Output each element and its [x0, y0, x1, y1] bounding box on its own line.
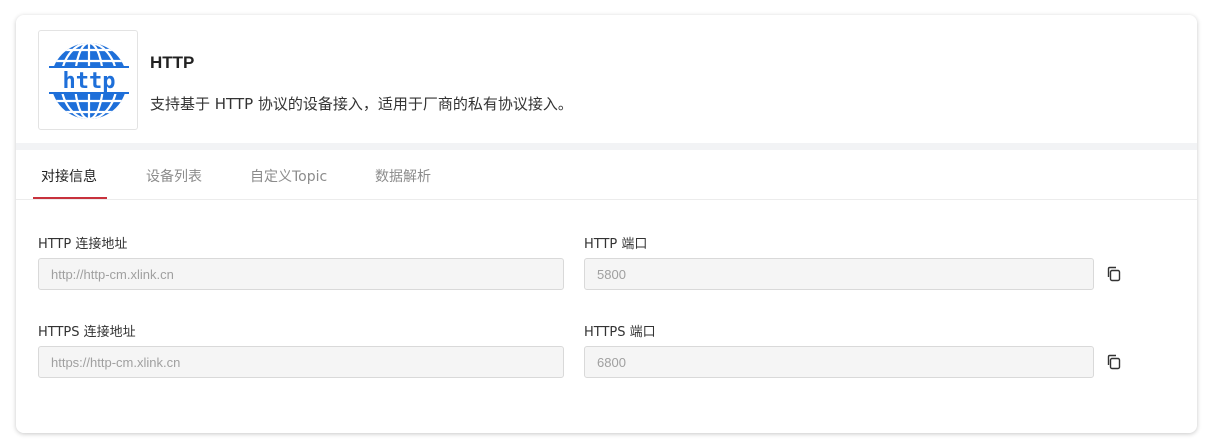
https-address-input[interactable]: [38, 346, 564, 378]
http-address-input[interactable]: [38, 258, 564, 290]
copy-http-button[interactable]: [1105, 265, 1123, 283]
tab-device-list[interactable]: 设备列表: [146, 166, 202, 186]
http-port-label: HTTP 端口: [584, 237, 648, 252]
protocol-header: http HTTP 支持基于 HTTP 协议的设备接入，适用于厂商的私有协议接入…: [16, 15, 1197, 143]
http-port-input[interactable]: [584, 258, 1094, 290]
copy-icon: [1107, 354, 1121, 370]
globe-icon: http: [47, 43, 131, 119]
tab-custom-topic[interactable]: 自定义Topic: [250, 166, 327, 186]
protocol-logo: http: [38, 30, 138, 130]
tab-data-parsing[interactable]: 数据解析: [375, 166, 431, 186]
main-content: 对接信息 设备列表 自定义Topic 数据解析 HTTP 连接地址 HTTP 端…: [16, 150, 1197, 433]
protocol-detail-panel: http HTTP 支持基于 HTTP 协议的设备接入，适用于厂商的私有协议接入…: [16, 15, 1197, 433]
tab-connection-info[interactable]: 对接信息: [41, 166, 97, 186]
protocol-description: 支持基于 HTTP 协议的设备接入，适用于厂商的私有协议接入。: [150, 95, 573, 113]
tab-bar: 对接信息 设备列表 自定义Topic 数据解析: [16, 150, 1197, 200]
http-address-label: HTTP 连接地址: [38, 237, 128, 252]
copy-https-button[interactable]: [1105, 353, 1123, 371]
https-port-label: HTTPS 端口: [584, 325, 656, 340]
https-address-label: HTTPS 连接地址: [38, 325, 136, 340]
active-tab-indicator: [33, 197, 107, 199]
svg-text:http: http: [63, 69, 116, 94]
copy-icon: [1107, 266, 1121, 282]
https-port-input[interactable]: [584, 346, 1094, 378]
protocol-title: HTTP: [150, 53, 195, 72]
